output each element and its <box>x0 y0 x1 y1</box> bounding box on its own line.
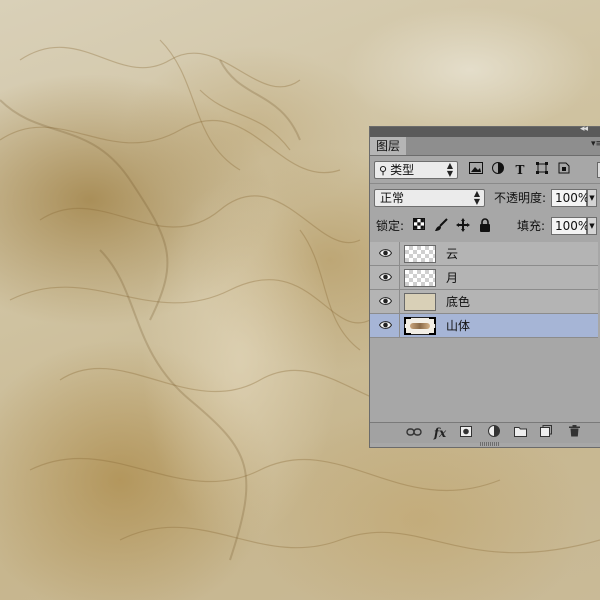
lock-all-icon[interactable] <box>478 218 492 232</box>
visibility-toggle[interactable] <box>370 290 400 313</box>
layer-name: 月 <box>446 271 459 285</box>
panel-titlebar[interactable]: ◂◂ <box>370 124 600 137</box>
layer-row[interactable]: 云 <box>370 242 598 266</box>
eye-icon <box>379 297 392 305</box>
blend-mode-value: 正常 <box>380 191 405 205</box>
text-filter-icon[interactable]: T <box>512 162 528 178</box>
layer-row[interactable]: 月 <box>370 266 598 290</box>
visibility-toggle[interactable] <box>370 314 400 337</box>
fill-input[interactable]: 100% <box>551 217 589 235</box>
eye-icon <box>379 273 392 281</box>
blend-row: 正常 ▲ ▼ 不透明度: 100% ▼ <box>370 187 600 211</box>
new-group-icon[interactable] <box>512 425 528 441</box>
layer-row-selected[interactable]: 山体 <box>370 314 598 338</box>
search-icon: ⚲ <box>379 164 388 177</box>
filter-type-label: 类型 <box>390 163 415 177</box>
image-filter-icon[interactable] <box>468 162 484 178</box>
blend-mode-select[interactable]: 正常 ▲ ▼ <box>374 189 485 207</box>
layer-thumbnail <box>404 317 436 335</box>
filter-row: ⚲ 类型 ▲ ▼ T <box>370 159 600 183</box>
fill-label: 填充: <box>517 219 546 233</box>
layer-thumbnail <box>404 245 436 263</box>
panel-menu-icon[interactable]: ▾≡ <box>591 139 600 149</box>
visibility-toggle[interactable] <box>370 242 400 265</box>
lock-position-icon[interactable] <box>456 218 470 232</box>
opacity-dropdown-arrow[interactable]: ▼ <box>587 189 597 207</box>
tab-layers[interactable]: 图层 <box>370 137 406 155</box>
select-arrows-icon: ▲ ▼ <box>446 161 453 178</box>
layer-row[interactable]: 底色 <box>370 290 598 314</box>
panel-tab-row: 图层 ▾≡ <box>370 137 600 156</box>
layer-name: 云 <box>446 247 459 261</box>
layer-name: 山体 <box>446 319 471 333</box>
lock-label: 锁定: <box>376 219 405 233</box>
opacity-input[interactable]: 100% <box>551 189 589 207</box>
layer-thumbnail <box>404 269 436 287</box>
adjustment-filter-icon[interactable] <box>490 162 506 178</box>
lock-row: 锁定: 填充: 100% ▼ <box>370 215 600 239</box>
visibility-toggle[interactable] <box>370 266 400 289</box>
select-arrows-icon: ▲ ▼ <box>473 189 480 206</box>
opacity-label: 不透明度: <box>494 191 547 205</box>
layer-filter-select[interactable]: ⚲ 类型 ▲ ▼ <box>374 161 458 179</box>
layer-thumbnail <box>404 293 436 311</box>
eye-icon <box>379 321 392 329</box>
layers-panel: ◂◂ 图层 ▾≡ ⚲ 类型 ▲ ▼ T 正常 ▲ ▼ 不透明度: 100% ▼ … <box>369 124 600 448</box>
collapse-panel-icon[interactable]: ◂◂ <box>580 124 588 134</box>
delete-layer-icon[interactable] <box>566 425 582 441</box>
eye-icon <box>379 249 392 257</box>
fill-dropdown-arrow[interactable]: ▼ <box>587 217 597 235</box>
lock-transparent-pixels-icon[interactable] <box>412 218 426 232</box>
lock-image-pixels-icon[interactable] <box>434 218 448 232</box>
panel-bottom-toolbar: fx <box>370 422 600 443</box>
resize-grip[interactable] <box>480 442 500 446</box>
add-mask-icon[interactable] <box>458 425 474 441</box>
fx-icon[interactable]: fx <box>432 425 448 441</box>
new-layer-icon[interactable] <box>538 425 554 441</box>
link-layers-icon[interactable] <box>406 425 422 441</box>
adjustment-layer-icon[interactable] <box>486 425 502 441</box>
shape-filter-icon[interactable] <box>534 162 550 178</box>
layer-name: 底色 <box>446 295 471 309</box>
smart-object-filter-icon[interactable] <box>556 162 572 178</box>
divider <box>370 183 600 184</box>
